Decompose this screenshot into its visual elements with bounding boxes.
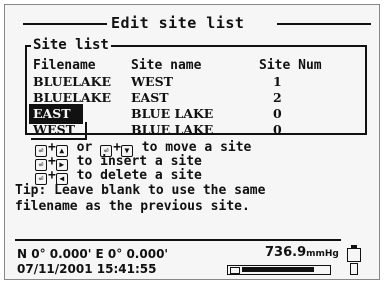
table-row[interactable]: BLUELAKE EAST 2	[33, 90, 365, 106]
site-num-cell[interactable]: 1	[273, 74, 282, 90]
help-move-site: ⏎ + ▲ or ⏎ + ▼ to move a site	[35, 140, 252, 157]
site-name-cell[interactable]: BLUE LAKE	[131, 106, 213, 122]
plus-sign: +	[48, 140, 56, 155]
site-list-legend: Site list	[31, 37, 111, 53]
site-name-cell[interactable]: EAST	[131, 90, 169, 106]
gps-coordinates: N 0° 0.000' E 0° 0.000'	[17, 247, 169, 261]
site-num-cell[interactable]: 0	[273, 122, 282, 138]
plus-sign: +	[113, 140, 121, 155]
screen-title: Edit site list	[111, 14, 245, 32]
battery-body-lower	[350, 263, 358, 275]
filename-cell[interactable]: BLUELAKE	[33, 90, 111, 106]
help-or-text: or	[76, 140, 93, 155]
battery-icon	[347, 245, 361, 275]
tip-text: Tip: Leave blank to use the same filenam…	[15, 183, 375, 215]
barometric-pressure: 736.9mmHg	[265, 245, 339, 262]
table-row-selected[interactable]: EAST BLUE LAKE 0	[29, 104, 365, 124]
table-header-row: Filename Site name Site Num	[33, 58, 365, 74]
site-list-table: Filename Site name Site Num BLUELAKE WES…	[29, 58, 365, 140]
table-row[interactable]: WEST BLUE LAKE 0	[31, 122, 365, 140]
help-move-text: to move a site	[141, 140, 252, 155]
site-num-cell[interactable]: 2	[273, 90, 282, 106]
screen-header: Edit site list	[15, 13, 371, 33]
filename-cell-selected[interactable]: EAST	[29, 104, 83, 124]
help-insert-text: to insert a site	[76, 154, 202, 169]
date-time: 07/11/2001 15:41:55	[17, 262, 157, 276]
battery-body	[347, 248, 361, 262]
table-row[interactable]: BLUELAKE WEST 1	[33, 74, 365, 90]
key-help: ⏎ + ▲ or ⏎ + ▼ to move a site ⏎ + ▶ to insert …	[35, 140, 252, 185]
site-list-panel: Site list Filename Site name Site Num BL…	[25, 37, 367, 140]
plus-sign: +	[48, 168, 56, 183]
site-num-cell[interactable]: 0	[273, 106, 282, 122]
help-delete-text: to delete a site	[76, 168, 202, 183]
filename-cell[interactable]: WEST	[31, 122, 87, 140]
memory-bar	[227, 265, 331, 275]
column-header-site-name: Site name	[131, 58, 202, 73]
device-screen: Edit site list Site list Filename Site n…	[4, 4, 380, 280]
site-name-cell[interactable]: BLUE LAKE	[131, 122, 213, 138]
help-delete-site: ⏎ + ◀ to delete a site	[35, 168, 251, 185]
memory-fill	[242, 267, 314, 272]
help-insert-site: ⏎ + ▶ to insert a site	[35, 154, 251, 171]
header-rule-left	[23, 23, 107, 25]
column-header-filename: Filename	[33, 58, 96, 73]
pressure-unit: mmHg	[306, 249, 339, 259]
memory-icon	[230, 267, 240, 274]
header-rule-right	[277, 23, 371, 25]
column-header-site-num: Site Num	[259, 58, 322, 73]
filename-cell[interactable]: BLUELAKE	[33, 74, 111, 90]
tip-line-2: filename as the previous site.	[15, 199, 250, 214]
plus-sign: +	[48, 154, 56, 169]
status-divider	[15, 239, 341, 241]
site-name-cell[interactable]: WEST	[131, 74, 173, 90]
tip-line-1: Tip: Leave blank to use the same	[15, 183, 266, 198]
pressure-value: 736.9	[265, 245, 307, 260]
